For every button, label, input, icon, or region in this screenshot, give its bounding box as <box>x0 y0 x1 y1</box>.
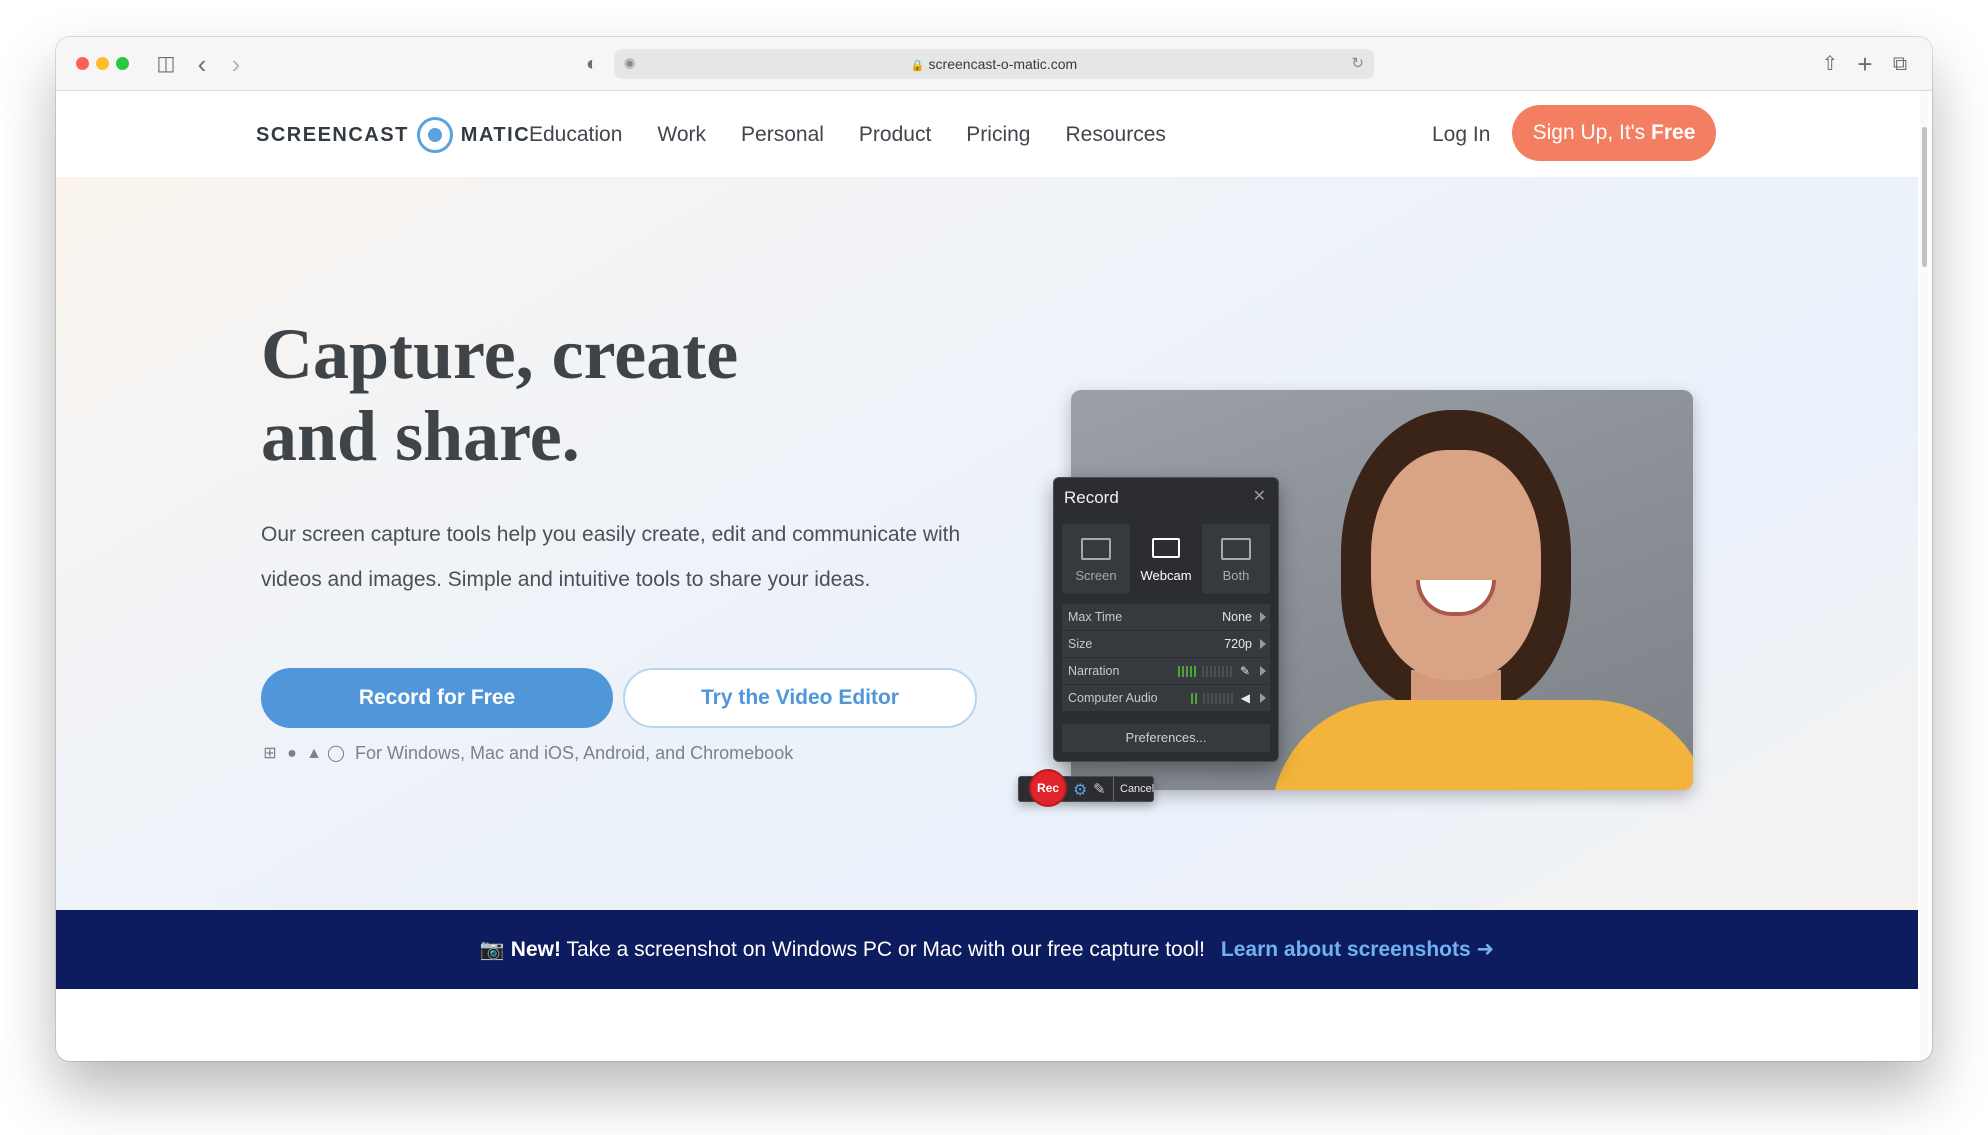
hero-description: Our screen capture tools help you easily… <box>261 523 961 591</box>
nav-product[interactable]: Product <box>859 121 931 149</box>
try-video-editor-button[interactable]: Try the Video Editor <box>623 668 977 728</box>
sidebar-icon[interactable]: ◫ <box>152 50 180 78</box>
narration-level-meter <box>1177 665 1198 677</box>
microphone-icon: ✎ <box>1239 664 1250 678</box>
nav-personal[interactable]: Personal <box>741 121 824 149</box>
share-icon[interactable]: ⇧ <box>1818 50 1842 78</box>
record-panel: Record ✕ Screen Webcam Both Max Time Non… <box>1053 477 1279 762</box>
setting-narration[interactable]: Narration ✎ <box>1062 658 1270 684</box>
zoom-window-button[interactable] <box>116 57 129 70</box>
mode-screen[interactable]: Screen <box>1062 524 1130 594</box>
chevron-right-icon <box>1260 666 1266 676</box>
preferences-button[interactable]: Preferences... <box>1062 724 1270 752</box>
cancel-recording-button[interactable]: Cancel <box>1113 777 1154 801</box>
new-tab-icon[interactable]: + <box>1853 50 1877 78</box>
login-link[interactable]: Log In <box>1432 121 1490 149</box>
scrollbar-thumb[interactable] <box>1922 127 1927 267</box>
lock-icon: 🔒 <box>910 60 925 72</box>
chrome-icon: ◯ <box>327 744 345 762</box>
chevron-right-icon <box>1260 639 1266 649</box>
logo-record-icon <box>416 117 453 153</box>
gear-icon[interactable]: ⚙ <box>1073 780 1087 800</box>
tabs-overview-icon[interactable]: ⧉ <box>1888 50 1912 78</box>
logo-text-right: MATIC <box>460 123 531 146</box>
setting-size[interactable]: Size 720p <box>1062 631 1270 657</box>
reload-icon[interactable]: ↻ <box>1351 54 1364 72</box>
webcam-icon <box>1152 538 1180 558</box>
screen-and-webcam-icon <box>1221 538 1251 560</box>
site-logo[interactable]: SCREENCAST MATIC <box>256 117 530 153</box>
chevron-right-icon <box>1260 693 1266 703</box>
mode-both[interactable]: Both <box>1202 524 1270 594</box>
pencil-icon[interactable]: ✎ <box>1093 780 1106 798</box>
android-icon: ▲ <box>306 744 322 762</box>
hero-title: Capture, create and share. <box>261 314 739 476</box>
learn-about-screenshots-link[interactable]: Learn about screenshots ➜ <box>1221 938 1494 961</box>
screen-icon <box>1081 538 1111 560</box>
shield-icon[interactable]: ◐ <box>580 50 604 78</box>
hero-section: Capture, create and share. Our screen ca… <box>56 177 1918 910</box>
nav-resources[interactable]: Resources <box>1066 121 1166 149</box>
back-icon[interactable]: ‹ <box>190 50 214 78</box>
nav-education[interactable]: Education <box>529 121 622 149</box>
browser-toolbar: ◫ ‹ › ◐ ◉ 🔒 screencast-o-matic.com ↻ ⇧ + … <box>56 37 1932 91</box>
recording-control-bar: Rec ⚙ ✎ Cancel <box>1018 771 1154 805</box>
forward-icon[interactable]: › <box>224 50 248 78</box>
nav-pricing[interactable]: Pricing <box>966 121 1030 149</box>
announcement-banner: 📷 New! Take a screenshot on Windows PC or… <box>56 910 1918 989</box>
chevron-right-icon <box>1260 612 1266 622</box>
camera-icon: 📷 <box>479 939 505 961</box>
setting-computer-audio[interactable]: Computer Audio ◀ <box>1062 685 1270 711</box>
rec-button[interactable]: Rec <box>1031 771 1065 805</box>
mode-webcam[interactable]: Webcam <box>1132 524 1200 594</box>
speaker-icon: ◀ <box>1240 691 1250 705</box>
new-label: New! <box>510 938 561 961</box>
banner-text: Take a screenshot on Windows PC or Mac w… <box>560 938 1205 961</box>
platform-support: ⊞ ● ▲ ◯ For Windows, Mac and iOS, Androi… <box>261 743 793 764</box>
record-panel-title: Record <box>1064 488 1119 507</box>
arrow-right-icon: ➜ <box>1476 938 1495 961</box>
windows-icon: ⊞ <box>263 744 277 762</box>
apple-icon: ● <box>287 744 297 762</box>
record-settings: Max Time None Size 720p Narration ✎ Comp… <box>1062 604 1270 712</box>
platforms-text: For Windows, Mac and iOS, Android, and C… <box>355 743 794 763</box>
main-nav: Education Work Personal Product Pricing … <box>529 121 1201 149</box>
url-text: screencast-o-matic.com <box>928 56 1078 72</box>
page-content-below <box>56 989 1918 1061</box>
signup-button[interactable]: Sign Up, It's Free <box>1512 105 1716 161</box>
record-for-free-button[interactable]: Record for Free <box>261 668 613 728</box>
minimize-window-button[interactable] <box>96 57 109 70</box>
close-window-button[interactable] <box>76 57 89 70</box>
nav-work[interactable]: Work <box>657 121 706 149</box>
site-header: SCREENCAST MATIC Education Work Personal… <box>56 91 1918 177</box>
browser-window: ◫ ‹ › ◐ ◉ 🔒 screencast-o-matic.com ↻ ⇧ + … <box>56 37 1932 1061</box>
logo-text-left: SCREENCAST <box>256 123 409 146</box>
close-icon[interactable]: ✕ <box>1253 486 1266 506</box>
address-bar[interactable]: ◉ 🔒 screencast-o-matic.com ↻ <box>614 49 1374 79</box>
computer-audio-level-meter <box>1190 692 1199 704</box>
capture-mode-selector: Screen Webcam Both <box>1062 524 1270 594</box>
setting-max-time[interactable]: Max Time None <box>1062 604 1270 630</box>
